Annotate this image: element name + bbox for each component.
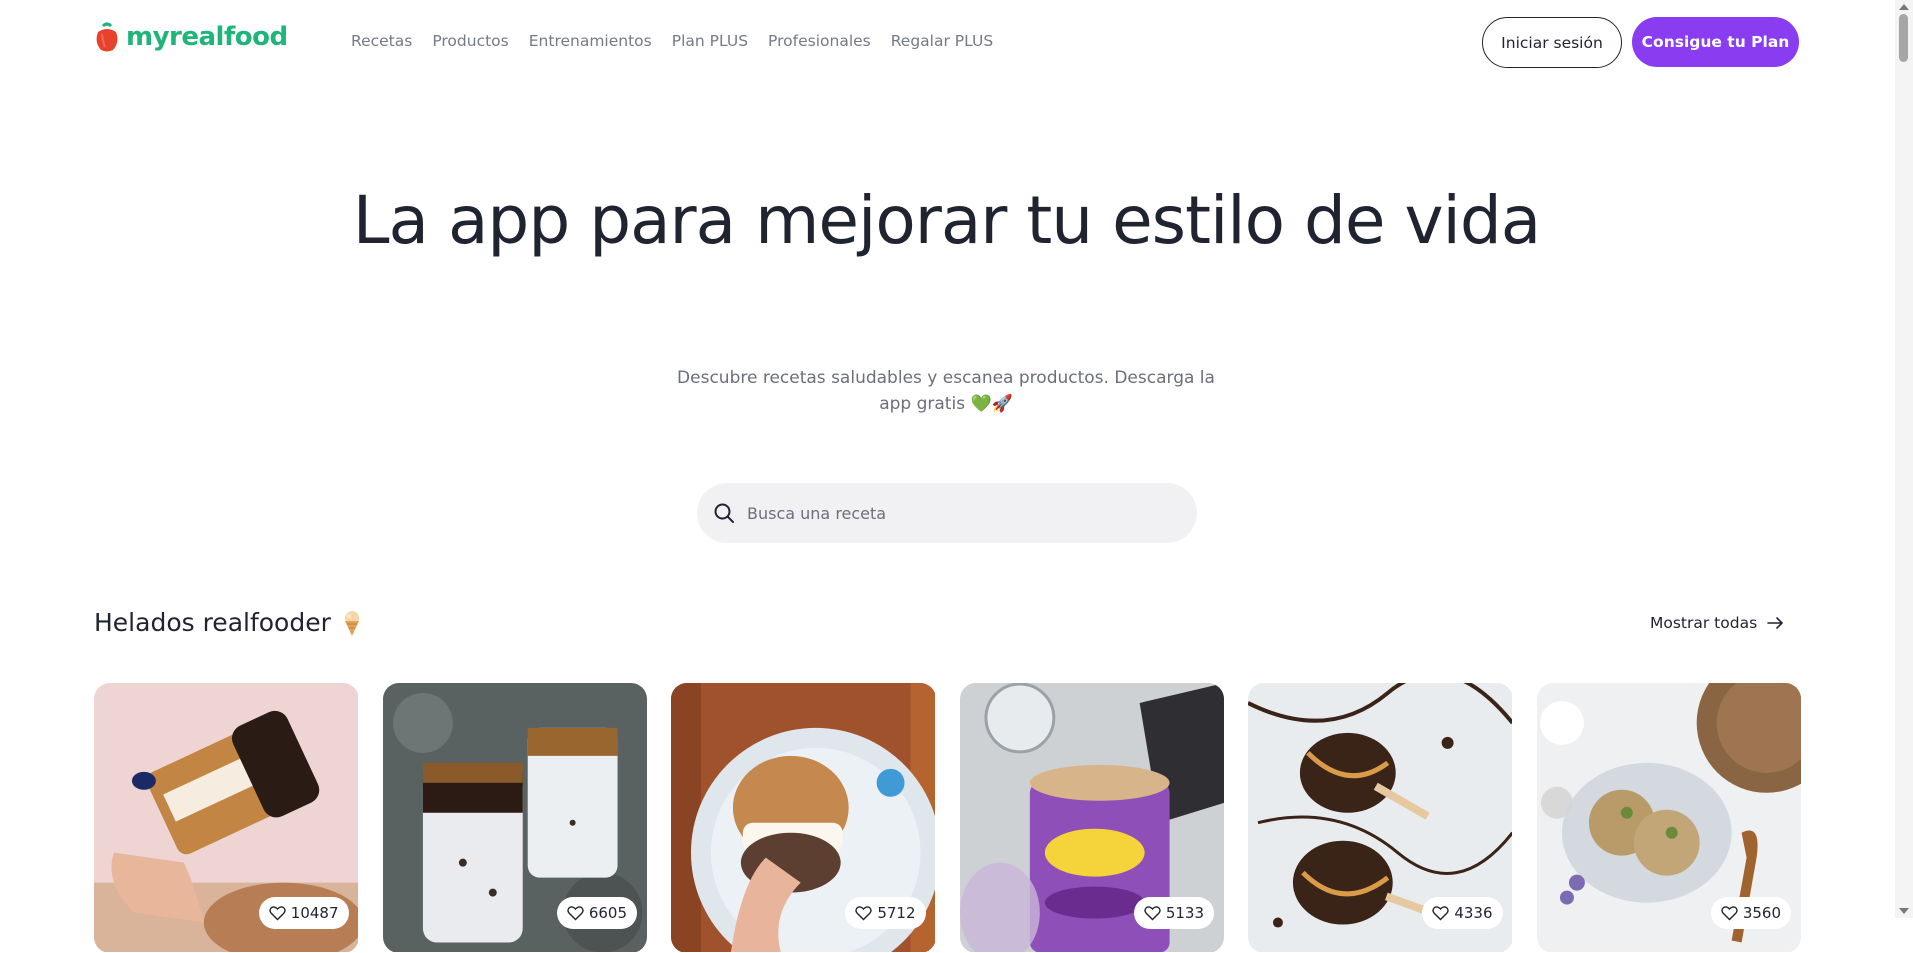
section-title-text: Helados realfooder <box>94 608 331 637</box>
likes-count: 5712 <box>877 904 916 922</box>
scroll-down-arrow-icon[interactable] <box>1899 908 1909 914</box>
likes-count: 3560 <box>1742 904 1781 922</box>
heart-icon <box>269 906 286 921</box>
heart-icon <box>1721 906 1738 921</box>
likes-badge: 3560 <box>1710 897 1791 929</box>
show-all-label: Mostrar todas <box>1650 614 1758 632</box>
page-scrollbar[interactable] <box>1895 0 1913 918</box>
recipe-card[interactable]: 5712 <box>671 683 936 953</box>
heart-icon <box>1144 906 1161 921</box>
nav-item-plan-plus[interactable]: Plan PLUS <box>672 32 748 50</box>
likes-badge: 5712 <box>845 897 926 929</box>
heart-icon <box>1432 906 1450 921</box>
likes-badge: 6605 <box>556 897 637 929</box>
likes-badge: 10487 <box>258 897 349 929</box>
search-icon <box>714 503 734 523</box>
search-input[interactable] <box>745 502 1169 524</box>
pepper-logo-icon <box>96 22 118 52</box>
heart-icon <box>567 906 584 921</box>
recipe-card[interactable]: 6605 <box>382 683 648 953</box>
recipe-carousel: 10487 6605 5712 5133 4336 3560 <box>94 683 1801 953</box>
nav-item-regalar-plus[interactable]: Regalar PLUS <box>891 32 993 50</box>
scrollbar-thumb[interactable] <box>1899 14 1908 62</box>
nav-item-productos[interactable]: Productos <box>432 32 508 50</box>
login-button[interactable]: Iniciar sesión <box>1482 17 1622 68</box>
nav-item-entrenamientos[interactable]: Entrenamientos <box>529 32 652 50</box>
recipe-card[interactable]: 5133 <box>959 683 1225 953</box>
likes-badge: 4336 <box>1422 897 1503 929</box>
nav-item-recetas[interactable]: Recetas <box>351 32 412 50</box>
recipe-search-bar[interactable] <box>697 483 1197 543</box>
nav-item-profesionales[interactable]: Profesionales <box>768 32 871 50</box>
likes-count: 10487 <box>290 904 339 922</box>
likes-count: 5133 <box>1165 904 1204 922</box>
arrow-right-icon <box>1767 617 1783 629</box>
section-title: Helados realfooder <box>94 608 363 637</box>
brand-name: myrealfood <box>126 22 288 52</box>
likes-badge: 5133 <box>1133 897 1214 929</box>
show-all-link[interactable]: Mostrar todas <box>1650 614 1784 632</box>
ice-cream-icon <box>344 610 359 636</box>
site-header: myrealfood Recetas Productos Entrenamien… <box>0 0 1895 84</box>
heart-icon <box>855 906 873 921</box>
scroll-up-arrow-icon[interactable] <box>1899 4 1909 10</box>
brand-logo[interactable]: myrealfood <box>94 22 288 52</box>
recipe-card[interactable]: 3560 <box>1536 683 1802 953</box>
recipe-card[interactable]: 10487 <box>94 683 359 953</box>
likes-count: 6605 <box>588 904 627 922</box>
main-nav: Recetas Productos Entrenamientos Plan PL… <box>351 32 993 50</box>
recipe-card[interactable]: 4336 <box>1248 683 1513 953</box>
hero-title: La app para mejorar tu estilo de vida <box>352 182 1541 259</box>
get-plan-button[interactable]: Consigue tu Plan <box>1632 17 1799 67</box>
likes-count: 4336 <box>1454 904 1493 922</box>
hero-subtitle: Descubre recetas saludables y escanea pr… <box>677 368 1215 414</box>
